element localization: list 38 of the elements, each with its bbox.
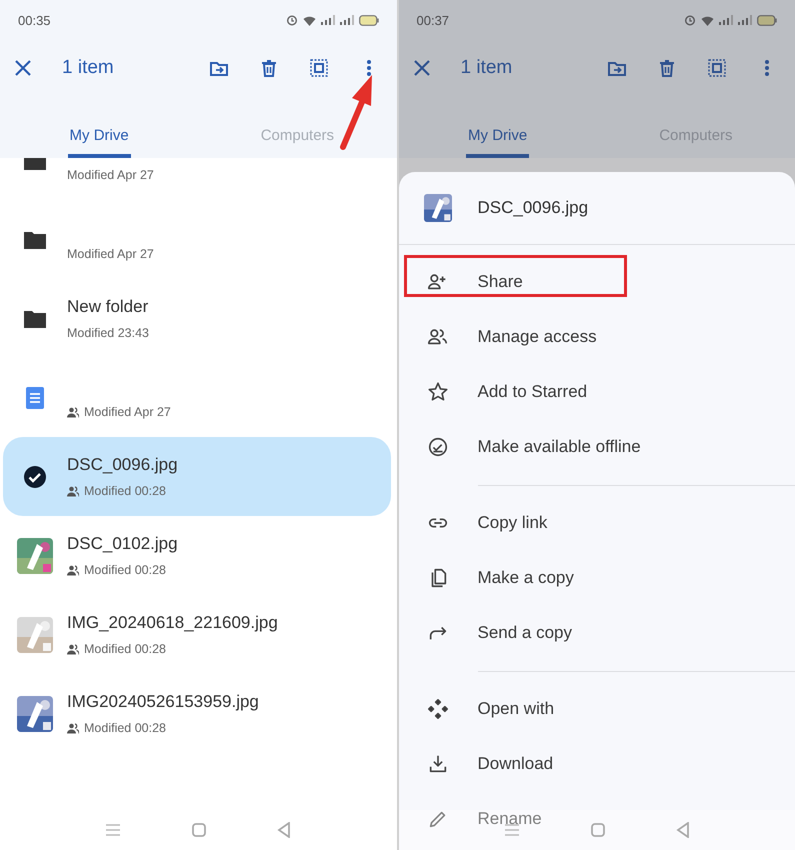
menu-item[interactable]: Copy link [398, 495, 716, 550]
menu-item[interactable]: Share [398, 254, 795, 309]
file-name: DSC_0096.jpg [67, 455, 178, 475]
menu-item[interactable]: Rename [398, 791, 716, 846]
modified-date: Modified Apr 27 [84, 405, 171, 419]
file-name: IMG_20240618_221609.jpg [67, 613, 278, 633]
modified-date: Modified Apr 27 [67, 168, 154, 182]
menu-item[interactable]: Open with [398, 681, 716, 736]
file-row[interactable]: IMG20240526153959.jpg Modified 00:28 [3, 674, 390, 753]
menu-item[interactable]: Make a copy [398, 550, 716, 605]
file-row[interactable]: DSC_0102.jpg Modified 00:28 [3, 516, 390, 595]
file-row[interactable]: DSC_0096.jpg Modified 00:28 [3, 437, 390, 516]
modified-date: Modified 00:28 [84, 721, 166, 735]
file-row[interactable]: Modified Apr 27 [3, 200, 390, 279]
menu-item[interactable]: Download [398, 736, 716, 791]
modified-date: Modified 23:43 [67, 326, 150, 340]
modified-date: Modified 00:28 [84, 642, 166, 656]
modified-date: Modified Apr 27 [67, 247, 154, 261]
selection-count: 1 item [460, 56, 514, 78]
menu-item[interactable]: Add to Starred [398, 364, 795, 419]
selection-count: 1 item [62, 56, 115, 78]
file-row[interactable]: Modified Apr 27 [3, 158, 390, 200]
file-row[interactable]: IMG_20240618_221609.jpg Modified 00:28 [3, 595, 390, 674]
file-name: DSC_0096.jpg [478, 198, 588, 218]
status-time: 00:35 [18, 12, 51, 28]
status-time: 00:37 [416, 12, 450, 28]
file-row[interactable]: Modified Apr 27 [3, 358, 390, 437]
modified-date: Modified 00:28 [84, 563, 166, 577]
file-name: IMG20240526153959.jpg [67, 692, 259, 712]
menu-item[interactable]: Make available offline [398, 419, 795, 474]
file-row[interactable]: New folder Modified 23:43 [3, 279, 390, 358]
file-name: DSC_0102.jpg [67, 534, 178, 554]
menu-item[interactable]: Manage access [398, 309, 795, 364]
modified-date: Modified 00:28 [84, 484, 166, 498]
tab[interactable]: My Drive [68, 127, 131, 158]
file-name: New folder [67, 297, 150, 317]
menu-item[interactable]: Send a copy [398, 605, 716, 660]
tab[interactable]: My Drive [466, 127, 530, 158]
